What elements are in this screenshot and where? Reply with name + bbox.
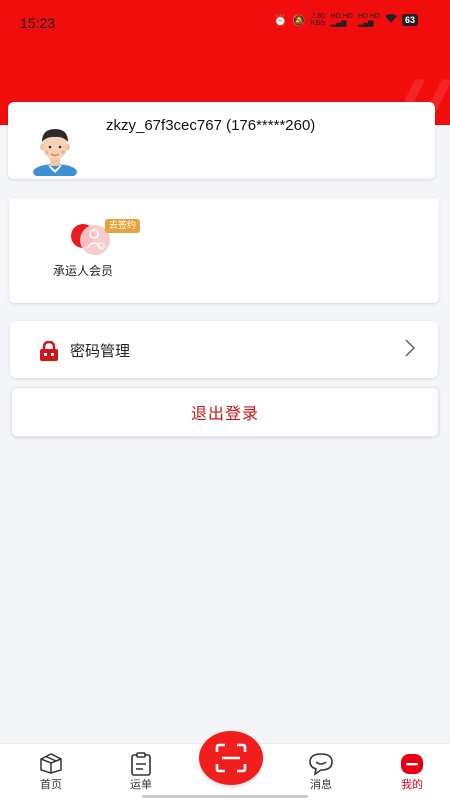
profile-icon <box>401 754 423 774</box>
member-card: 去签约 承运人会员 <box>9 198 439 303</box>
clipboard-icon <box>131 752 151 776</box>
alarm-icon: ⏰ <box>273 14 288 27</box>
status-time: 15:23 <box>20 15 56 31</box>
chat-bubble-icon <box>309 753 333 776</box>
scan-icon <box>215 743 247 773</box>
tab-home[interactable]: 首页 <box>21 744 81 800</box>
tab-waybill[interactable]: 运单 <box>111 744 171 800</box>
tab-messages[interactable]: 消息 <box>291 744 351 800</box>
password-management-label: 密码管理 <box>70 342 131 360</box>
network-speed: 2.80 KB/s <box>310 13 326 27</box>
tab-mine[interactable]: 我的 <box>382 744 442 800</box>
chevron-right-icon <box>405 339 416 357</box>
status-icons: ⏰ 🔕 2.80 KB/s HD HD ▂▄▆ HD HD ▂▄▆ 63 <box>273 13 418 27</box>
scan-button[interactable] <box>199 731 263 785</box>
profile-card[interactable]: zkzy_67f3cec767 (176*****260) <box>8 102 435 179</box>
signal-1: HD HD ▂▄▆ <box>330 13 353 27</box>
username: zkzy_67f3cec767 (176*****260) <box>106 117 316 134</box>
signal-2: HD HD ▂▄▆ <box>357 13 380 27</box>
sign-contract-badge[interactable]: 去签约 <box>105 219 141 233</box>
battery-indicator: 63 <box>401 14 418 26</box>
logout-button[interactable]: 退出登录 <box>11 387 439 437</box>
avatar <box>33 129 77 176</box>
member-label: 承运人会员 <box>53 264 114 278</box>
status-bar: 15:23 ⏰ 🔕 2.80 KB/s HD HD ▂▄▆ HD HD ▂▄▆ 63 <box>0 0 450 48</box>
wifi-icon <box>384 13 397 27</box>
box-icon <box>40 753 62 774</box>
logout-label: 退出登录 <box>190 404 259 423</box>
password-management-row[interactable]: 密码管理 <box>10 321 438 378</box>
mute-icon: 🔕 <box>292 14 306 27</box>
home-indicator <box>142 795 308 798</box>
lock-icon <box>40 341 58 361</box>
